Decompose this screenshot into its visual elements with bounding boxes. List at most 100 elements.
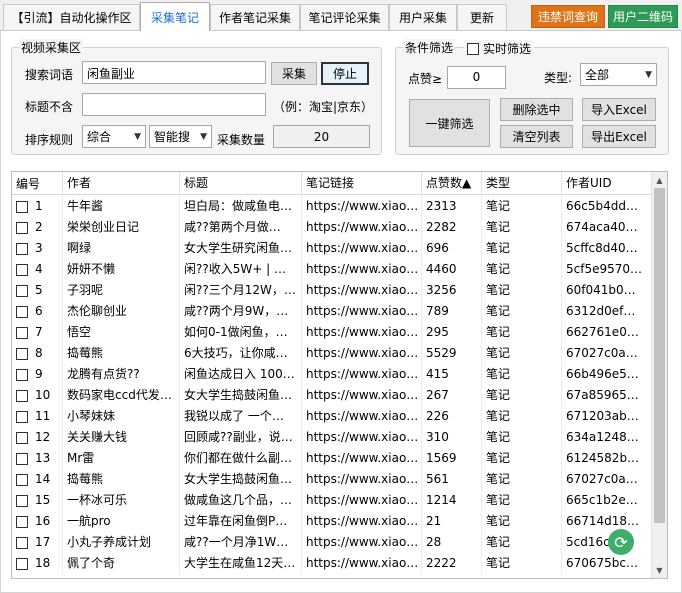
row-checkbox[interactable] <box>16 410 28 423</box>
row-uid: 671203ab… <box>562 406 653 427</box>
row-likes: 696 <box>422 238 482 259</box>
clear-list-button[interactable]: 清空列表 <box>500 125 573 148</box>
tab-automation[interactable]: 【引流】自动化操作区 <box>3 4 140 30</box>
table-row[interactable]: 1 牛年酱 坦白局：做咸鱼电… https://www.xiao… 2313 笔记 66c5… <box>12 196 653 217</box>
row-num[interactable]: 12 <box>12 427 63 448</box>
tab-note-comments[interactable]: 笔记评论采集 <box>300 4 389 30</box>
table-header: 编号 作者 标题 笔记链接 点赞数▲ 类型 作者UID <box>12 172 653 195</box>
import-excel-button[interactable]: 导入Excel <box>582 98 656 121</box>
column-header-author[interactable]: 作者 <box>63 172 180 195</box>
sort-select[interactable]: 综合 ▼ <box>82 125 146 148</box>
table-row[interactable]: 5 子羽呢 闲??三个月12W，… https://www.xiao… 3256 笔记 60… <box>12 280 653 301</box>
search-mode-select[interactable]: 智能搜 ▼ <box>149 125 212 148</box>
table-row[interactable]: 6 杰伦聊创业 咸??两个月9W，… https://www.xiao… 789 笔记 63… <box>12 301 653 322</box>
delete-selected-button[interactable]: 删除选中 <box>500 98 573 121</box>
row-title: 你们都在做什么副… <box>180 448 302 469</box>
table-row[interactable]: 13 Mr雷 你们都在做什么副… https://www.xiao… 1569 笔记 612… <box>12 448 653 469</box>
row-checkbox[interactable] <box>16 263 28 276</box>
row-num[interactable]: 8 <box>12 343 63 364</box>
table-row[interactable]: 18 佩了个奇 大学生在咸鱼12天… https://www.xiao… 2222 笔记 6… <box>12 553 653 574</box>
row-num[interactable]: 9 <box>12 364 63 385</box>
row-num[interactable]: 2 <box>12 217 63 238</box>
row-num[interactable]: 17 <box>12 532 63 553</box>
row-num[interactable]: 15 <box>12 490 63 511</box>
row-checkbox[interactable] <box>16 473 28 486</box>
row-checkbox[interactable] <box>16 389 28 402</box>
row-checkbox[interactable] <box>16 431 28 444</box>
table-row[interactable]: 2 栄栄创业日记 咸??第两个月做… https://www.xiao… 2282 笔记 6… <box>12 217 653 238</box>
table-row[interactable]: 3 啊绿 女大学生研究闲鱼… https://www.xiao… 696 笔记 5cffc8… <box>12 238 653 259</box>
table-row[interactable]: 17 小丸子养成计划 咸??一个月净1W… https://www.xiao… 28 笔记… <box>12 532 653 553</box>
row-num[interactable]: 3 <box>12 238 63 259</box>
table-row[interactable]: 14 捣莓熊 女大学生捣鼓闲鱼… https://www.xiao… 561 笔记 6702… <box>12 469 653 490</box>
row-num[interactable]: 11 <box>12 406 63 427</box>
table-row[interactable]: 8 捣莓熊 6大技巧，让你咸… https://www.xiao… 5529 笔记 6702… <box>12 343 653 364</box>
banned-words-button[interactable]: 违禁词查询 <box>531 5 605 28</box>
tab-author-notes[interactable]: 作者笔记采集 <box>210 4 300 30</box>
scroll-down-icon[interactable]: ▼ <box>652 562 667 578</box>
row-likes: 4460 <box>422 259 482 280</box>
likes-input[interactable]: 0 <box>447 66 506 89</box>
refresh-icon[interactable]: ⟳ <box>608 529 634 555</box>
row-checkbox[interactable] <box>16 536 28 549</box>
row-num[interactable]: 1 <box>12 196 63 217</box>
exclude-input[interactable] <box>82 93 266 116</box>
row-num[interactable]: 5 <box>12 280 63 301</box>
row-checkbox[interactable] <box>16 305 28 318</box>
row-type: 笔记 <box>482 217 562 238</box>
row-checkbox[interactable] <box>16 200 28 213</box>
table-row[interactable]: 9 龙腾有点货?? 闲鱼达成日入 100… https://www.xiao… 415 笔… <box>12 364 653 385</box>
tab-collect-notes[interactable]: 采集笔记 <box>140 2 210 31</box>
table-row[interactable]: 11 小琴妹妹 我锐以成了 一个… https://www.xiao… 226 笔记 671… <box>12 406 653 427</box>
table-row[interactable]: 16 一航pro 过年靠在闲鱼倒P… https://www.xiao… 21 笔记 667… <box>12 511 653 532</box>
row-checkbox[interactable] <box>16 221 28 234</box>
realtime-checkbox[interactable] <box>467 42 479 55</box>
row-num[interactable]: 16 <box>12 511 63 532</box>
table-row[interactable]: 7 悟空 如何0-1做闲鱼，… https://www.xiao… 295 笔记 66276… <box>12 322 653 343</box>
realtime-filter-toggle[interactable]: 实时筛选 <box>464 40 535 57</box>
vertical-scrollbar[interactable]: ▲ ▼ <box>651 172 667 578</box>
row-checkbox[interactable] <box>16 494 28 507</box>
row-num[interactable]: 7 <box>12 322 63 343</box>
row-checkbox[interactable] <box>16 284 28 297</box>
row-num[interactable]: 10 <box>12 385 63 406</box>
table-row[interactable]: 15 一杯冰可乐 做咸鱼这几个品，… https://www.xiao… 1214 笔记 6… <box>12 490 653 511</box>
row-title: 闲??三个月12W，… <box>180 280 302 301</box>
scrollbar-thumb[interactable] <box>654 188 665 523</box>
qr-code-button[interactable]: 用户二维码 <box>608 5 678 28</box>
row-checkbox[interactable] <box>16 557 28 570</box>
row-type: 笔记 <box>482 343 562 364</box>
row-num[interactable]: 13 <box>12 448 63 469</box>
row-checkbox[interactable] <box>16 452 28 465</box>
column-header-link[interactable]: 笔记链接 <box>302 172 422 195</box>
count-field[interactable]: 20 <box>273 125 370 148</box>
tab-user-collect[interactable]: 用户采集 <box>389 4 457 30</box>
row-checkbox[interactable] <box>16 515 28 528</box>
column-header-num[interactable]: 编号 <box>12 172 63 195</box>
column-header-likes[interactable]: 点赞数▲ <box>422 172 482 195</box>
table-row[interactable]: 12 关关赚大钱 回顾咸??副业，说… https://www.xiao… 310 笔记 6… <box>12 427 653 448</box>
column-header-title[interactable]: 标题 <box>180 172 302 195</box>
row-num[interactable]: 6 <box>12 301 63 322</box>
scroll-up-icon[interactable]: ▲ <box>652 172 667 188</box>
collect-button[interactable]: 采集 <box>271 62 317 85</box>
row-num[interactable]: 14 <box>12 469 63 490</box>
row-checkbox[interactable] <box>16 347 28 360</box>
row-num[interactable]: 4 <box>12 259 63 280</box>
one-click-filter-button[interactable]: 一键筛选 <box>409 99 490 147</box>
type-select[interactable]: 全部 ▼ <box>580 63 657 86</box>
row-num[interactable]: 18 <box>12 553 63 574</box>
row-checkbox[interactable] <box>16 368 28 381</box>
table-row[interactable]: 10 数码家电ccd代发… 女大学生捣鼓闲鱼… https://www.xiao… 26… <box>12 385 653 406</box>
column-header-type[interactable]: 类型 <box>482 172 562 195</box>
table-row[interactable]: 4 妍妍不懒 闲??收入5W+ | … https://www.xiao… 4460 笔记… <box>12 259 653 280</box>
export-excel-button[interactable]: 导出Excel <box>582 125 656 148</box>
row-checkbox[interactable] <box>16 242 28 255</box>
tab-update[interactable]: 更新 <box>457 4 507 30</box>
row-uid: 66b496e5… <box>562 364 653 385</box>
stop-button[interactable]: 停止 <box>321 62 369 85</box>
column-header-uid[interactable]: 作者UID <box>562 172 653 195</box>
row-checkbox[interactable] <box>16 326 28 339</box>
tab-bar: 【引流】自动化操作区 采集笔记 作者笔记采集 笔记评论采集 用户采集 更新 违禁… <box>0 0 682 31</box>
keyword-input[interactable]: 闲鱼副业 <box>82 61 266 84</box>
